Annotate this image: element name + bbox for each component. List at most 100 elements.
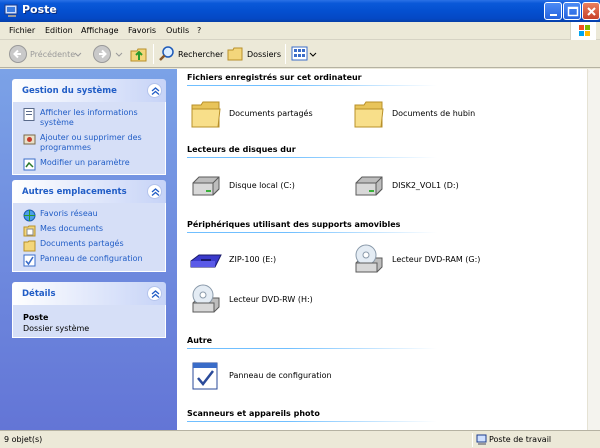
dvd-drive-icon: [355, 244, 383, 273]
other-places-panel: Autres emplacements Favoris réseau Mes d…: [12, 180, 166, 272]
forward-button[interactable]: [90, 43, 124, 65]
item-label: Lecteur DVD-RW (H:): [229, 295, 313, 304]
details-panel: Détails Poste Dossier système: [12, 282, 166, 338]
task-show-system-info[interactable]: Afficher les informations système: [23, 108, 155, 128]
place-network[interactable]: Favoris réseau: [23, 209, 155, 222]
folder-up-icon: [130, 48, 147, 62]
content-pane: Fichiers enregistrés sur cet ordinateur …: [177, 69, 587, 430]
documents-icon: [23, 225, 36, 237]
windows-flag-icon: [579, 25, 590, 36]
menu-help[interactable]: ?: [197, 26, 201, 35]
menu-favoris[interactable]: Favoris: [128, 26, 156, 35]
place-label: Panneau de configuration: [40, 254, 143, 263]
menu-bar: Fichier Edition Affichage Favoris Outils…: [0, 22, 600, 40]
toolbar-separator: [285, 44, 286, 64]
details-name: Poste: [23, 313, 49, 322]
section-divider: [187, 232, 437, 233]
vertical-scrollbar[interactable]: [587, 69, 600, 430]
maximize-icon: [567, 6, 579, 17]
place-control-panel[interactable]: Panneau de configuration: [23, 254, 155, 267]
menu-fichier[interactable]: Fichier: [9, 26, 35, 35]
chevron-up-icon: [151, 290, 160, 298]
close-button[interactable]: [582, 2, 600, 20]
place-shared-documents[interactable]: Documents partagés: [23, 239, 155, 252]
folder-icon: [354, 101, 384, 128]
item-control-panel[interactable]: Panneau de configuration: [189, 359, 349, 395]
details-type: Dossier système: [23, 324, 90, 333]
close-icon: [587, 7, 596, 16]
collapse-button[interactable]: [147, 83, 162, 98]
menu-edition[interactable]: Edition: [45, 26, 73, 35]
task-change-setting[interactable]: Modifier un paramètre: [23, 158, 155, 171]
hard-drive-icon: [192, 176, 220, 196]
task-add-remove-programs[interactable]: Ajouter ou supprimer des programmes: [23, 133, 155, 153]
zip-drive-icon: [190, 254, 222, 268]
views-icon: [291, 46, 308, 61]
chevron-down-icon: [309, 52, 317, 57]
place-label: Mes documents: [40, 224, 104, 233]
minimize-icon: [550, 14, 557, 16]
details-header[interactable]: Détails: [12, 282, 166, 305]
search-label: Rechercher: [178, 50, 224, 59]
chevron-down-icon: [74, 52, 82, 57]
settings-icon: [23, 158, 36, 171]
section-title: Autre: [187, 336, 213, 345]
chevron-up-icon: [151, 87, 160, 95]
window-title: Poste: [22, 3, 57, 16]
item-drive-c[interactable]: Disque local (C:): [189, 169, 349, 205]
chevron-down-icon: [115, 52, 123, 57]
menu-outils[interactable]: Outils: [166, 26, 189, 35]
views-button[interactable]: [289, 43, 317, 65]
install-icon: [23, 134, 36, 145]
section-title: Fichiers enregistrés sur cet ordinateur: [187, 73, 362, 82]
section-stored-files: Fichiers enregistrés sur cet ordinateur: [187, 73, 583, 86]
section-title: Lecteurs de disques dur: [187, 145, 296, 154]
collapse-button[interactable]: [147, 286, 162, 301]
windows-logo: [570, 22, 596, 40]
section-title: Périphériques utilisant des supports amo…: [187, 220, 401, 229]
item-label: Lecteur DVD-RAM (G:): [392, 255, 481, 264]
item-label: Disque local (C:): [229, 181, 295, 190]
title-bar[interactable]: Poste: [0, 0, 600, 22]
status-bar: 9 objet(s) Poste de travail: [0, 430, 600, 448]
minimize-button[interactable]: [544, 2, 562, 20]
section-divider: [187, 348, 437, 349]
search-icon: [159, 46, 174, 61]
back-button[interactable]: Précédente: [6, 43, 90, 65]
up-folder-button[interactable]: [128, 43, 150, 65]
maximize-button[interactable]: [563, 2, 581, 20]
menu-affichage[interactable]: Affichage: [81, 26, 119, 35]
section-divider: [187, 85, 437, 86]
network-icon: [23, 209, 36, 222]
item-dvd-rw[interactable]: Lecteur DVD-RW (H:): [189, 283, 349, 319]
item-label: DISK2_VOL1 (D:): [392, 181, 459, 190]
folder-icon: [191, 101, 221, 128]
system-tasks-header[interactable]: Gestion du système: [12, 79, 166, 102]
place-my-documents[interactable]: Mes documents: [23, 224, 155, 237]
section-scanners: Scanneurs et appareils photo: [187, 409, 583, 422]
item-zip-drive[interactable]: ZIP-100 (E:): [189, 243, 349, 279]
item-hubin-documents[interactable]: Documents de hubin: [352, 97, 512, 133]
section-divider: [187, 421, 437, 422]
folder-icon: [23, 240, 36, 252]
place-label: Documents partagés: [40, 239, 124, 248]
status-divider: [472, 433, 473, 447]
dvd-drive-icon: [192, 284, 220, 313]
section-other: Autre: [187, 336, 583, 349]
item-label: Documents partagés: [229, 109, 313, 118]
chevron-up-icon: [151, 188, 160, 196]
info-icon: [23, 108, 35, 121]
search-button[interactable]: Rechercher: [157, 43, 223, 65]
control-panel-icon: [192, 362, 218, 390]
item-shared-documents[interactable]: Documents partagés: [189, 97, 349, 133]
system-tasks-title: Gestion du système: [22, 86, 117, 96]
item-drive-d[interactable]: DISK2_VOL1 (D:): [352, 169, 512, 205]
item-label: Documents de hubin: [392, 109, 476, 118]
toolbar: Précédente Rechercher Dossiers: [0, 40, 600, 68]
item-dvd-ram[interactable]: Lecteur DVD-RAM (G:): [352, 243, 512, 279]
folders-button[interactable]: Dossiers: [226, 43, 282, 65]
collapse-button[interactable]: [147, 184, 162, 199]
status-object-count: 9 objet(s): [4, 435, 43, 444]
other-places-header[interactable]: Autres emplacements: [12, 180, 166, 203]
system-tasks-panel: Gestion du système Afficher les informat…: [12, 79, 166, 175]
